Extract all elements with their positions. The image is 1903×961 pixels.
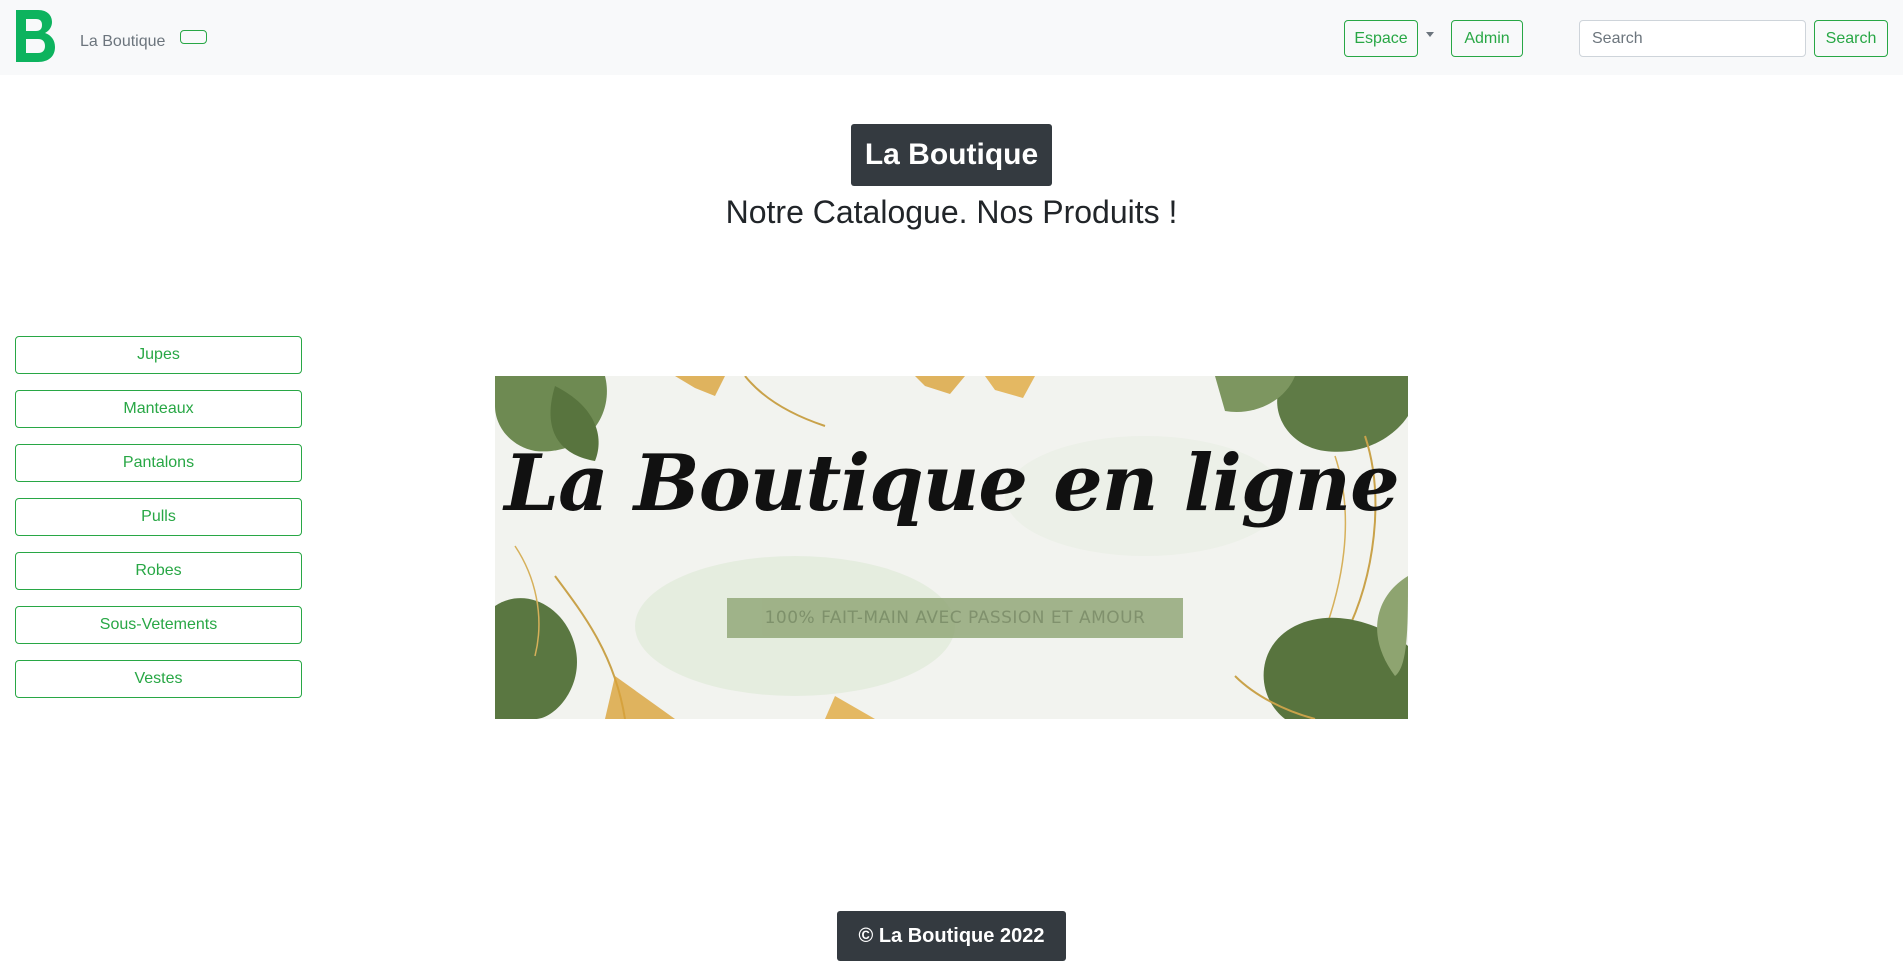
espace-button[interactable]: Espace (1344, 20, 1418, 57)
banner-headline: La Boutique en ligne (504, 438, 1400, 529)
navbar: La Boutique Espace Admin Search (0, 0, 1903, 75)
search-button[interactable]: Search (1814, 20, 1888, 57)
category-button-pulls[interactable]: Pulls (15, 498, 302, 536)
dropdown-caret-icon[interactable] (1426, 32, 1434, 37)
category-button-pantalons[interactable]: Pantalons (15, 444, 302, 482)
navbar-toggler-button[interactable] (180, 30, 207, 44)
category-button-sous-vetements[interactable]: Sous-Vetements (15, 606, 302, 644)
page-title-badge: La Boutique (851, 124, 1052, 186)
category-button-robes[interactable]: Robes (15, 552, 302, 590)
banner-tagline: 100% FAIT-MAIN AVEC PASSION ET AMOUR (727, 598, 1183, 638)
footer-copyright: © La Boutique 2022 (837, 911, 1066, 961)
page-subtitle: Notre Catalogue. Nos Produits ! (725, 194, 1178, 230)
category-button-manteaux[interactable]: Manteaux (15, 390, 302, 428)
banner-decoration (495, 376, 1408, 719)
category-button-jupes[interactable]: Jupes (15, 336, 302, 374)
admin-button[interactable]: Admin (1451, 20, 1523, 57)
search-input[interactable] (1579, 20, 1806, 57)
category-sidebar: Jupes Manteaux Pantalons Pulls Robes Sou… (15, 336, 302, 714)
category-button-vestes[interactable]: Vestes (15, 660, 302, 698)
brand-name-link[interactable]: La Boutique (80, 33, 165, 51)
hero-banner-image: La Boutique en ligne 100% FAIT-MAIN AVEC… (495, 376, 1408, 719)
brand-logo-icon[interactable] (14, 8, 56, 64)
